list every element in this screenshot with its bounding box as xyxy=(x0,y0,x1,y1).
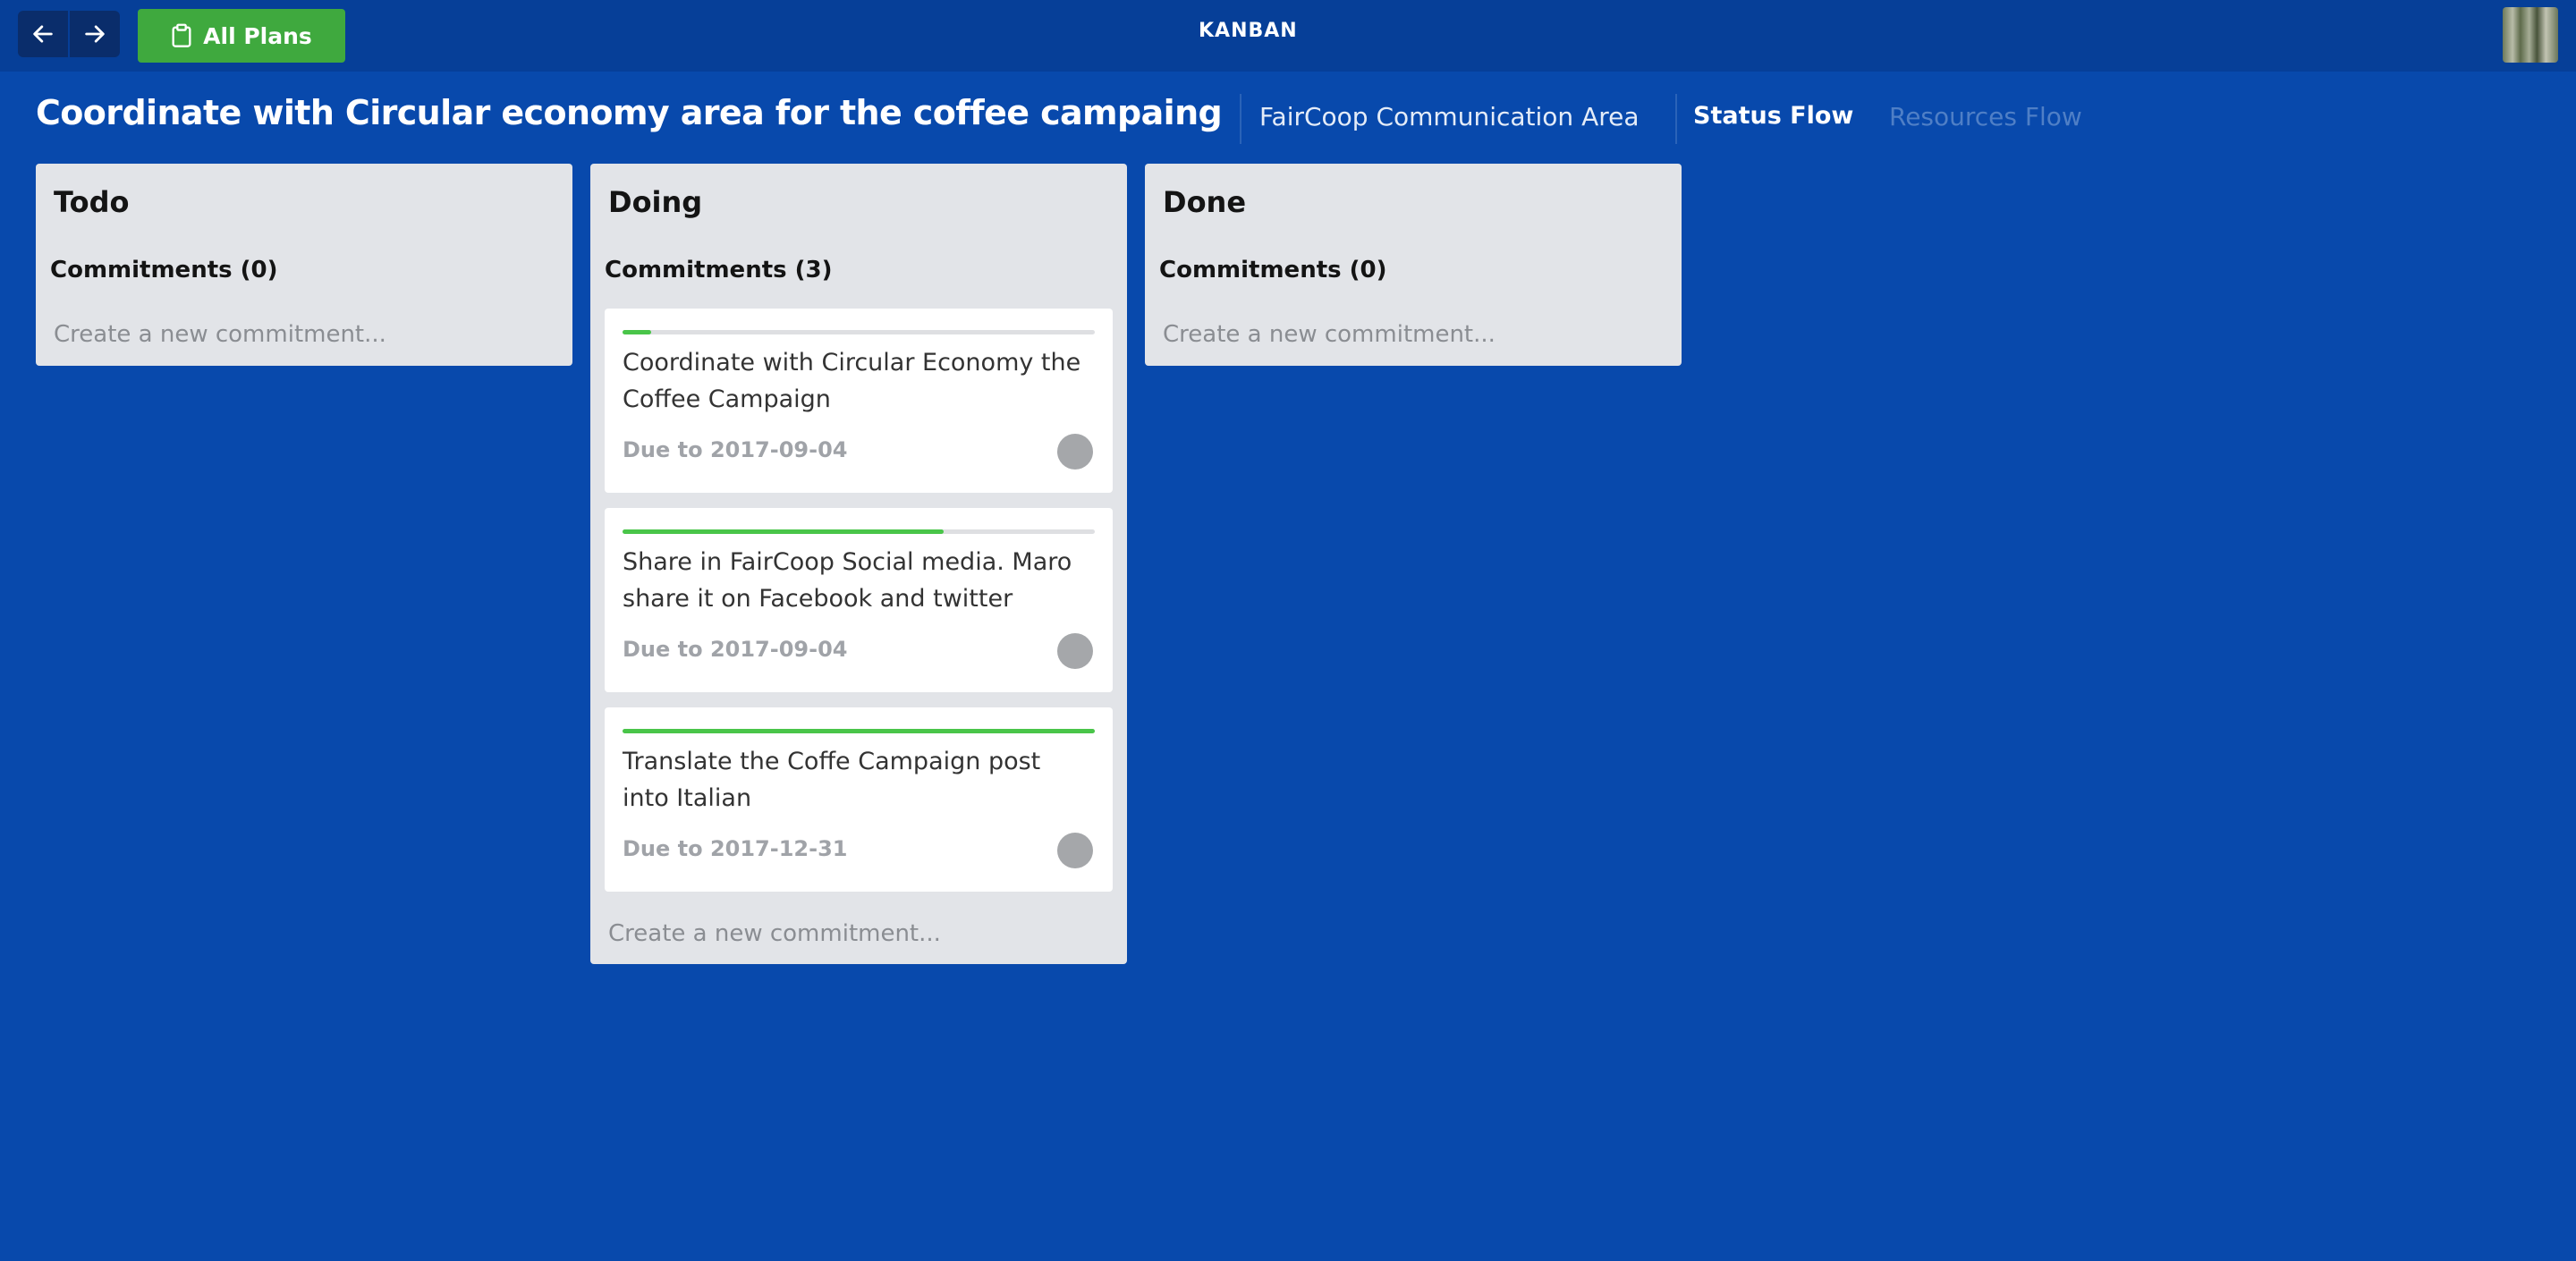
progress-bar xyxy=(623,529,1095,534)
create-commitment-input[interactable]: Create a new commitment... xyxy=(54,321,386,348)
progress-fill xyxy=(623,729,1095,733)
kanban-column-doing: Doing Commitments (3) Coordinate with Ci… xyxy=(590,164,1127,964)
commitments-count: Commitments (3) xyxy=(605,257,833,284)
create-commitment-input[interactable]: Create a new commitment... xyxy=(1163,321,1496,348)
clipboard-icon xyxy=(172,23,191,47)
area-link[interactable]: FairCoop Communication Area xyxy=(1259,102,1640,131)
assignee-avatar[interactable] xyxy=(1057,434,1093,470)
column-title: Todo xyxy=(54,185,130,219)
commitment-card[interactable]: Coordinate with Circular Economy the Cof… xyxy=(605,309,1113,493)
create-commitment-input[interactable]: Create a new commitment... xyxy=(608,920,941,947)
column-title: Doing xyxy=(608,185,703,219)
due-date: Due to 2017-09-04 xyxy=(623,637,848,662)
arrow-left-icon xyxy=(33,25,53,43)
due-date: Due to 2017-12-31 xyxy=(623,836,848,861)
tab-resources-flow[interactable]: Resources Flow xyxy=(1889,102,2082,131)
all-plans-label: All Plans xyxy=(203,22,312,49)
progress-fill xyxy=(623,529,945,534)
commitment-title: Coordinate with Circular Economy the Cof… xyxy=(623,349,1081,413)
commitments-count: Commitments (0) xyxy=(50,257,278,284)
commitment-title: Share in FairCoop Social media. Maro sha… xyxy=(623,548,1072,613)
all-plans-button[interactable]: All Plans xyxy=(138,9,345,63)
progress-bar xyxy=(623,330,1095,334)
header-divider xyxy=(1240,94,1241,144)
forward-button[interactable] xyxy=(70,11,120,57)
top-bar: All Plans KANBAN xyxy=(0,0,2576,72)
user-avatar[interactable] xyxy=(2503,7,2558,63)
back-button[interactable] xyxy=(18,11,68,57)
commitment-title: Translate the Coffe Campaign post into I… xyxy=(623,748,1041,812)
kanban-column-done: Done Commitments (0) Create a new commit… xyxy=(1145,164,1682,366)
kanban-column-todo: Todo Commitments (0) Create a new commit… xyxy=(36,164,572,366)
commitment-card[interactable]: Translate the Coffe Campaign post into I… xyxy=(605,707,1113,892)
commitments-count: Commitments (0) xyxy=(1159,257,1387,284)
assignee-avatar[interactable] xyxy=(1057,633,1093,669)
tab-status-flow[interactable]: Status Flow xyxy=(1693,102,1853,130)
due-date: Due to 2017-09-04 xyxy=(623,437,848,462)
header-divider xyxy=(1675,94,1677,144)
app-title: KANBAN xyxy=(1199,20,1298,42)
arrow-right-icon xyxy=(85,25,105,43)
progress-fill xyxy=(623,330,651,334)
progress-bar xyxy=(623,729,1095,733)
column-title: Done xyxy=(1163,185,1247,219)
commitment-card[interactable]: Share in FairCoop Social media. Maro sha… xyxy=(605,508,1113,692)
plan-title: Coordinate with Circular economy area fo… xyxy=(36,93,1223,132)
assignee-avatar[interactable] xyxy=(1057,833,1093,868)
